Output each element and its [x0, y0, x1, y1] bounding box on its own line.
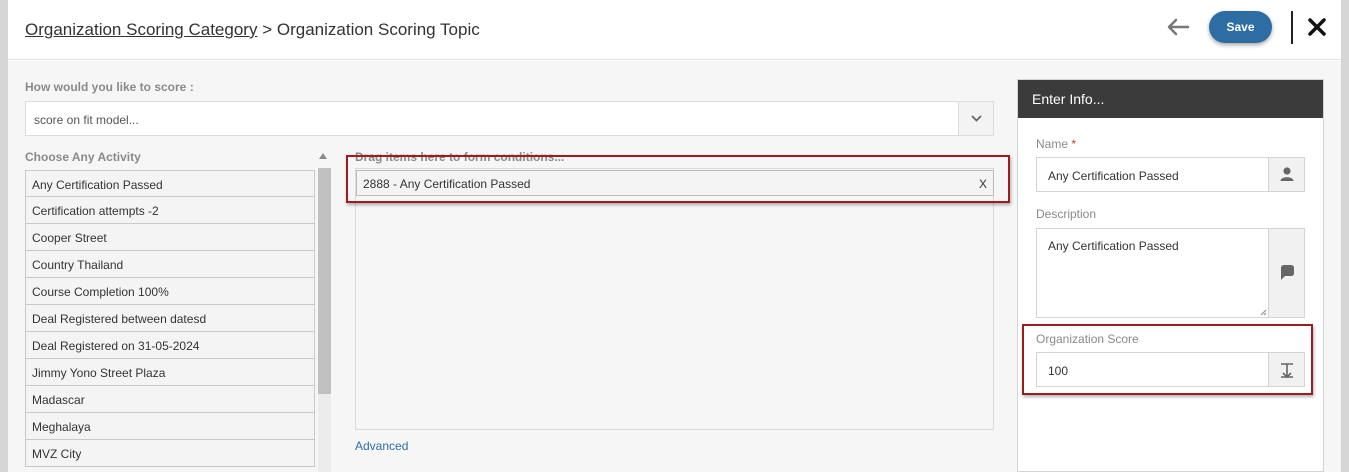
breadcrumb-parent-link[interactable]: Organization Scoring Category — [25, 20, 257, 39]
condition-drop-zone[interactable] — [355, 168, 994, 430]
activity-list: Any Certification Passed Certification at… — [25, 170, 315, 472]
description-addon — [1268, 229, 1304, 317]
description-value: Any Certification Passed — [1048, 239, 1179, 253]
score-method-select[interactable]: score on fit model... — [25, 101, 994, 136]
advanced-link[interactable]: Advanced — [355, 439, 408, 453]
score-method-label: How would you like to score : — [25, 80, 194, 94]
description-field[interactable]: Any Certification Passed — [1036, 228, 1305, 318]
activity-list-item[interactable]: Madascar — [25, 386, 315, 413]
chevron-down-icon — [971, 115, 982, 122]
activity-scrollbar-thumb[interactable] — [318, 168, 331, 394]
scoring-topic-modal: Organization Scoring Category > Organiza… — [8, 0, 1341, 472]
activity-list-item[interactable]: Cooper Street — [25, 224, 315, 251]
comment-icon — [1281, 265, 1294, 280]
modal-body: How would you like to score : score on f… — [8, 61, 1341, 472]
required-mark: * — [1071, 137, 1077, 151]
triangle-up-icon — [319, 153, 327, 159]
name-field[interactable]: Any Certification Passed — [1036, 157, 1305, 192]
activity-list-item[interactable]: Course Completion 100% — [25, 278, 315, 305]
condition-highlight-box — [346, 155, 1010, 203]
user-icon — [1280, 167, 1294, 181]
name-value: Any Certification Passed — [1048, 169, 1179, 183]
score-method-value: score on fit model... — [34, 113, 139, 127]
breadcrumb-separator: > — [262, 20, 273, 39]
activity-scrollbar[interactable] — [318, 168, 331, 472]
arrow-left-icon — [1167, 18, 1190, 36]
name-label-text: Name — [1036, 137, 1069, 151]
activity-list-item[interactable]: Deal Registered on 31-05-2024 — [25, 332, 315, 359]
score-highlight-box — [1022, 324, 1313, 395]
select-caret-button[interactable] — [958, 102, 993, 135]
name-addon — [1268, 158, 1304, 191]
save-button[interactable]: Save — [1209, 11, 1272, 43]
modal-header: Organization Scoring Category > Organiza… — [8, 0, 1341, 60]
info-panel-title: Enter Info... — [1018, 80, 1323, 118]
close-button[interactable] — [1306, 14, 1328, 40]
activity-list-label: Choose Any Activity — [25, 150, 141, 164]
description-label: Description — [1036, 207, 1097, 221]
scroll-up-arrow[interactable] — [319, 153, 327, 159]
info-panel: Enter Info... Name * Any Certification P… — [1017, 79, 1324, 472]
close-icon — [1308, 18, 1326, 36]
header-divider — [1291, 11, 1293, 44]
activity-list-item[interactable]: Certification attempts -2 — [25, 197, 315, 224]
activity-list-item[interactable]: Deal Registered between datesd — [25, 305, 315, 332]
activity-list-item[interactable]: MVZ City — [25, 440, 315, 467]
breadcrumb-current: Organization Scoring Topic — [276, 20, 480, 39]
activity-list-item[interactable]: Jimmy Yono Street Plaza — [25, 359, 315, 386]
resize-handle-icon[interactable] — [1259, 308, 1267, 316]
back-button[interactable] — [1164, 15, 1192, 39]
breadcrumb: Organization Scoring Category > Organiza… — [25, 20, 480, 40]
activity-list-item[interactable]: Meghalaya — [25, 413, 315, 440]
activity-list-item[interactable]: Any Certification Passed — [25, 170, 315, 197]
activity-list-item[interactable]: Country Thailand — [25, 251, 315, 278]
name-label: Name * — [1036, 137, 1076, 151]
